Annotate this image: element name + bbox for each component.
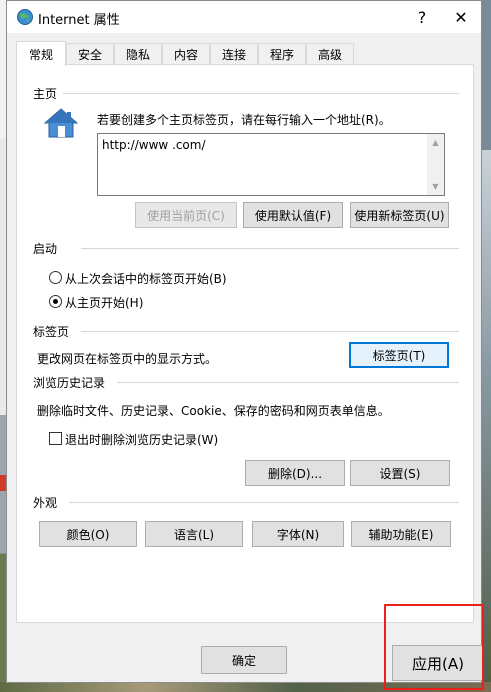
tabs-description: 更改网页在标签页中的显示方式。 [37,352,218,366]
homepage-url-value: http://www .com/ [102,138,206,152]
history-description: 删除临时文件、历史记录、Cookie、保存的密码和网页表单信息。 [37,404,390,418]
delete-history-button[interactable]: 删除(D)... [245,460,345,486]
tab-security[interactable]: 安全 [66,43,114,65]
colors-button[interactable]: 颜色(O) [39,521,137,547]
background-taskbar-strip [0,682,491,692]
tab-advanced[interactable]: 高级 [306,43,354,65]
radio-last-session-label: 从上次会话中的标签页开始(B) [65,272,227,286]
tab-programs[interactable]: 程序 [258,43,306,65]
internet-options-dialog: Internet 属性 ? ✕ 常规 安全 隐私 内容 连接 程序 高级 主页 … [6,0,484,683]
homepage-section-label: 主页 [33,87,58,101]
section-divider [69,502,459,503]
use-default-button[interactable]: 使用默认值(F) [243,202,343,228]
section-divider [81,331,459,332]
homepage-instruction: 若要创建多个主页标签页，请在每行输入一个地址(R)。 [97,113,391,127]
appearance-section-label: 外观 [33,496,58,510]
tabs-settings-button[interactable]: 标签页(T) [349,342,449,368]
background-desktop-strip [481,150,491,692]
globe-icon [16,8,34,26]
tabs-section-label: 标签页 [33,325,70,339]
history-section-label: 浏览历史记录 [33,376,106,390]
delete-on-exit-checkbox[interactable] [49,432,62,445]
delete-on-exit-label: 退出时删除浏览历史记录(W) [65,433,219,447]
section-divider [117,382,459,383]
startup-section-label: 启动 [33,242,58,256]
tab-privacy[interactable]: 隐私 [114,43,162,65]
tab-general[interactable]: 常规 [16,41,66,66]
tab-content[interactable]: 内容 [162,43,210,65]
window-title: Internet 属性 [38,13,120,28]
accessibility-button[interactable]: 辅助功能(E) [351,521,451,547]
section-divider [63,93,459,94]
scroll-up-icon[interactable]: ▲ [427,134,444,151]
house-icon [43,107,79,139]
languages-button[interactable]: 语言(L) [145,521,243,547]
homepage-url-textarea[interactable]: http://www .com/ ▲ ▼ [97,133,445,196]
scroll-down-icon[interactable]: ▼ [427,178,444,195]
fonts-button[interactable]: 字体(N) [252,521,344,547]
title-bar[interactable]: Internet 属性 ? ✕ [7,1,481,33]
history-settings-button[interactable]: 设置(S) [350,460,450,486]
radio-homepage[interactable] [49,295,62,308]
help-button[interactable]: ? [402,1,442,33]
general-tab-panel: 主页 若要创建多个主页标签页，请在每行输入一个地址(R)。 http://www… [16,64,474,623]
radio-last-session[interactable] [49,271,62,284]
tab-connections[interactable]: 连接 [210,43,258,65]
section-divider [81,248,459,249]
radio-homepage-label: 从主页开始(H) [65,296,144,310]
ok-button[interactable]: 确定 [201,646,287,674]
use-current-button[interactable]: 使用当前页(C) [135,202,237,228]
use-new-tab-button[interactable]: 使用新标签页(U) [350,202,449,228]
close-button[interactable]: ✕ [441,1,481,33]
textarea-scrollbar[interactable]: ▲ ▼ [427,134,444,195]
apply-button[interactable]: 应用(A) [392,645,484,681]
